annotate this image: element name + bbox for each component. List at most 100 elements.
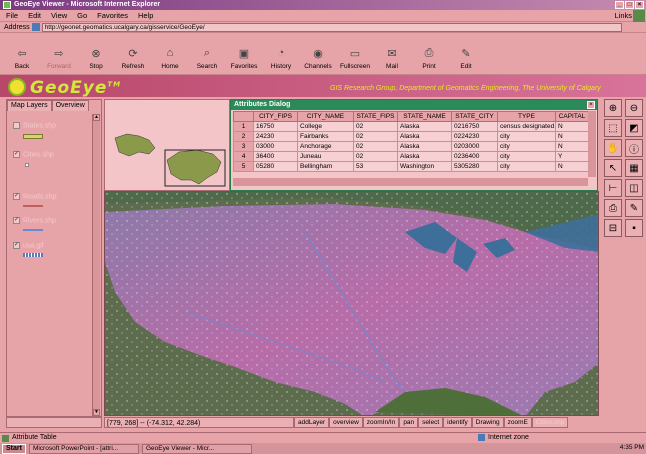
overview-button[interactable]: overview [329, 417, 363, 428]
taskbar-item-powerpoint[interactable]: Microsoft PowerPoint - [attri... [28, 443, 139, 454]
open-icon[interactable]: ⊟ [604, 219, 622, 237]
zoom-in-icon[interactable]: ⊕ [604, 99, 622, 117]
back-button[interactable]: ⇦ Back [4, 33, 40, 73]
address-input[interactable]: http://geonet.geomatics.ucalgary.ca/giss… [41, 22, 622, 32]
table-icon[interactable]: ▦ [625, 159, 643, 177]
zoom-box-icon[interactable]: ⬚ [604, 119, 622, 137]
usa-symbol [23, 253, 43, 257]
maximize-button[interactable]: □ [625, 1, 634, 9]
minimize-button[interactable]: _ [615, 1, 624, 9]
close-button[interactable]: × [635, 1, 644, 9]
favorites-button[interactable]: ▣ Favorites [226, 33, 262, 73]
table-cell: 02 [353, 121, 398, 132]
layer-states[interactable]: States.shp [13, 122, 56, 129]
layer-checkbox[interactable]: ✓ [13, 217, 20, 224]
forward-button[interactable]: ⇨ Forward [41, 33, 77, 73]
stop-button[interactable]: ⊗ Stop [78, 33, 114, 73]
select-button[interactable]: select [418, 417, 444, 428]
edit-map-icon[interactable]: ✎ [625, 199, 643, 217]
rivers-symbol [23, 229, 43, 231]
window-title-bar: GeoEye Viewer - Microsoft Internet Explo… [0, 0, 646, 10]
column-header[interactable]: CAPITAL [555, 111, 589, 122]
start-button[interactable]: Start [2, 443, 26, 454]
column-header[interactable]: STATE_FIPS [353, 111, 398, 122]
layers-scrollbar[interactable]: ▲ ▼ [92, 114, 100, 416]
address-label: Address [4, 23, 30, 31]
menu-go[interactable]: Go [77, 11, 87, 20]
info-icon[interactable]: ⓘ [625, 139, 643, 157]
history-button[interactable]: ◔ History [263, 33, 299, 73]
edit-icon: ✎ [461, 47, 471, 60]
column-header[interactable]: STATE_NAME [397, 111, 452, 122]
fullscreen-button[interactable]: ▭ Fullscreen [337, 33, 373, 73]
layer-list: States.shp ✓ Cities.shp ✓ Roads.shp ✓ River… [9, 114, 95, 414]
column-header[interactable]: STATE_CITY [451, 111, 498, 122]
layer-checkbox[interactable] [13, 122, 20, 129]
attributes-vertical-scrollbar[interactable] [588, 111, 596, 177]
search-button[interactable]: ⌕ Search [189, 33, 225, 73]
column-header[interactable]: CITY_NAME [297, 111, 354, 122]
pan-button[interactable]: pan [399, 417, 419, 428]
menu-edit[interactable]: Edit [28, 11, 41, 20]
scroll-down-icon[interactable]: ▼ [93, 409, 100, 416]
layer-roads[interactable]: ✓ Roads.shp [13, 193, 56, 200]
tab-overview[interactable]: Overview [51, 100, 89, 111]
print-button[interactable]: ⎙ Print [411, 33, 447, 73]
search-icon: ⌕ [203, 46, 211, 59]
tab-map-layers[interactable]: Map Layers [7, 100, 52, 111]
zoom-extent-icon[interactable]: ◩ [625, 119, 643, 137]
layer-cities[interactable]: ✓ Cities.shp [13, 151, 54, 158]
attributes-table: CITY_FIPS CITY_NAME STATE_FIPS STATE_NAM… [233, 111, 589, 172]
column-header[interactable]: TYPE [497, 111, 556, 122]
scroll-up-icon[interactable]: ▲ [93, 114, 100, 121]
table-row[interactable]: 2 24230 Fairbanks 02 Alaska 0224230 city N [233, 131, 589, 142]
layer-checkbox[interactable]: ✓ [13, 193, 20, 200]
print-map-icon[interactable]: ⎙ [604, 199, 622, 217]
layer-rivers[interactable]: ✓ Rivers.shp [13, 217, 56, 224]
save-icon[interactable]: ▪ [625, 219, 643, 237]
links-button[interactable]: Links [614, 11, 632, 20]
menu-help[interactable]: Help [138, 11, 153, 20]
channels-button[interactable]: ◉ Channels [300, 33, 336, 73]
internet-zone: Internet zone [478, 433, 529, 443]
zoom-out-icon[interactable]: ⊖ [625, 99, 643, 117]
zoomin-button[interactable]: zoomIn/In [362, 417, 400, 428]
zoome-button[interactable]: zoomE [503, 417, 532, 428]
table-cell: N [555, 121, 589, 132]
column-header[interactable] [233, 111, 254, 122]
taskbar-item-geoeye[interactable]: GeoEye Viewer - Micr... [141, 443, 252, 454]
table-cell: 0236400 [451, 151, 498, 162]
table-row[interactable]: 1 16750 College 02 Alaska 0216750 census desig… [233, 121, 589, 132]
layer-checkbox[interactable]: ✓ [13, 242, 20, 249]
table-cell: Y [555, 151, 589, 162]
layer-checkbox[interactable]: ✓ [13, 151, 20, 158]
table-row[interactable]: 4 36400 Juneau 02 Alaska 0236400 city Y [233, 151, 589, 162]
measure-icon[interactable]: ⊢ [604, 179, 622, 197]
layer-usa[interactable]: ✓ usa.gif [13, 242, 44, 249]
menu-file[interactable]: File [6, 11, 18, 20]
select-arrow-icon[interactable]: ↖ [604, 159, 622, 177]
menu-view[interactable]: View [51, 11, 67, 20]
refresh-button[interactable]: ⟳ Refresh [115, 33, 151, 73]
addlayer-button[interactable]: addLayer [294, 417, 330, 428]
overview-map[interactable] [104, 99, 230, 191]
menu-favorites[interactable]: Favorites [97, 11, 128, 20]
edit-button[interactable]: ✎ Edit [448, 33, 484, 73]
table-cell: Alaska [397, 121, 452, 132]
attributes-close-button[interactable]: × [587, 101, 595, 109]
layer-properties-icon[interactable]: ◫ [625, 179, 643, 197]
table-row[interactable]: 5 05280 Bellingham 53 Washington 5305280 city N [233, 161, 589, 172]
pan-hand-icon[interactable]: ✋ [604, 139, 622, 157]
overview-map-graphic [114, 133, 226, 187]
attributes-horizontal-scrollbar[interactable] [233, 178, 588, 186]
mail-button[interactable]: ✉ Mail [374, 33, 410, 73]
identify-button[interactable]: identify [443, 417, 472, 428]
home-button[interactable]: ⌂ Home [152, 33, 188, 73]
table-row[interactable]: 3 03000 Anchorage 02 Alaska 0203000 city N [233, 141, 589, 152]
table-cell: city [497, 161, 556, 172]
table-cell: 36400 [253, 151, 298, 162]
column-header[interactable]: CITY_FIPS [253, 111, 298, 122]
main-map[interactable] [104, 191, 599, 416]
table-cell: Alaska [397, 141, 452, 152]
drawing-button[interactable]: Drawing [471, 417, 504, 428]
